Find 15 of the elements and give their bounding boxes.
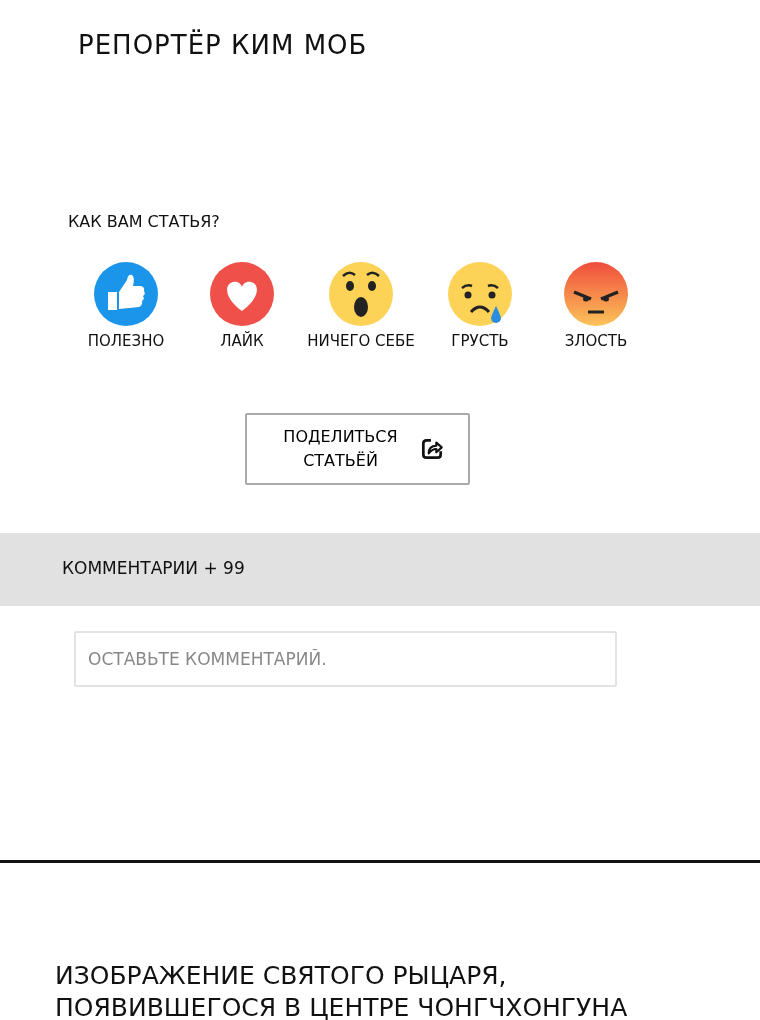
reaction-label: НИЧЕГО СЕБЕ [307, 331, 415, 352]
question-text: КАК ВАМ СТАТЬЯ? [68, 211, 220, 233]
share-button[interactable]: ПОДЕЛИТЬСЯ СТАТЬЁЙ [245, 412, 470, 485]
thumbs-up-icon[interactable] [94, 262, 158, 326]
crying-face-icon[interactable] [448, 262, 512, 326]
angry-face-icon[interactable] [564, 262, 628, 326]
author-name: РЕПОРТЁР КИМ МОБ [78, 28, 368, 62]
comment-field[interactable]: ОСТАВЬТЕ КОММЕНТАРИЙ. [74, 630, 617, 687]
reaction-label: ПОЛЕЗНО [87, 331, 165, 352]
reaction-label: ЛАЙК [220, 330, 264, 352]
reaction-label: ЗЛОСТЬ [564, 331, 628, 352]
comments-heading: КОММЕНТАРИИ + 99 [62, 557, 245, 581]
reaction-label: ГРУСТЬ [451, 331, 509, 352]
surprised-face-icon[interactable] [329, 262, 393, 326]
caption-text: ИЗОБРАЖЕНИЕ СВЯТОГО РЫЦАРЯ, ПОЯВИВШЕГОСЯ В ЦЕНТРЕ ЧОНГЧХОНГУНА [55, 959, 629, 1020]
